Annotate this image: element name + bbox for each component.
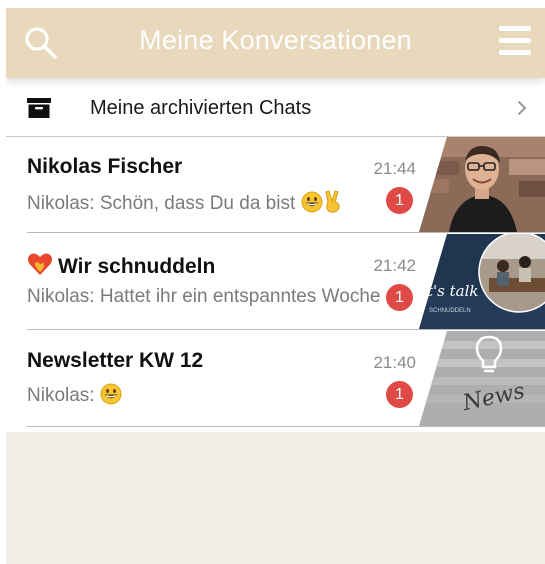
app-frame: Meine Konversationen Meine archivierten …	[6, 8, 545, 564]
conversation-time: 21:44	[373, 159, 416, 178]
conversation-name-container: Wir schnuddeln	[27, 252, 215, 279]
conversation-row-newsletter-kw-12[interactable]: Newsletter KW 12 21:40 Nikolas: 1 News	[6, 331, 545, 427]
conversation-preview: Nikolas: Schön, dass Du da bist	[27, 189, 389, 219]
preview-text: Nikolas: Schön, dass Du da bist	[27, 193, 296, 214]
conversation-preview: Nikolas: Hattet ihr ein entspanntes Woch…	[27, 286, 381, 307]
row-divider	[27, 232, 545, 233]
group-thumbnail: t's talk SCHNUDDELN	[419, 234, 545, 329]
avatar-thumbnail	[419, 137, 545, 232]
thumbnail-subcaption: SCHNUDDELN	[429, 308, 471, 314]
newsletter-thumbnail: News	[419, 331, 545, 426]
conversation-name: Nikolas Fischer	[27, 155, 183, 178]
conversation-preview: Nikolas:	[27, 383, 389, 411]
conversation-name: Wir schnuddeln	[58, 255, 216, 278]
chevron-right-icon	[517, 100, 527, 116]
page-title: Meine Konversationen	[139, 25, 412, 55]
row-divider	[27, 329, 545, 330]
archive-box-icon	[27, 98, 51, 118]
conversation-time: 21:40	[373, 353, 416, 372]
row-divider	[27, 426, 545, 427]
victory-hand-icon	[323, 189, 345, 219]
unread-badge: 1	[386, 381, 413, 408]
grinning-face-icon	[301, 191, 323, 219]
conversation-row-wir-schnuddeln[interactable]: Wir schnuddeln 21:42 Nikolas: Hattet ihr…	[6, 234, 545, 330]
preview-text: Nikolas:	[27, 385, 95, 406]
thumbnail-caption: t's talk	[427, 282, 478, 300]
app-header: Meine Konversationen	[6, 8, 545, 78]
archived-chats-label: Meine archivierten Chats	[90, 97, 312, 119]
archived-chats-row[interactable]: Meine archivierten Chats	[6, 78, 545, 137]
conversation-list: Meine archivierten Chats Nikolas Fischer…	[6, 78, 545, 432]
conversation-row-nikolas-fischer[interactable]: Nikolas Fischer 21:44 Nikolas: Schön, da…	[6, 137, 545, 233]
unread-badge: 1	[386, 284, 413, 311]
hamburger-menu-icon[interactable]	[499, 26, 531, 56]
conversation-name: Newsletter KW 12	[27, 349, 204, 372]
conversation-time: 21:42	[373, 256, 416, 275]
heart-on-fire-icon	[27, 252, 53, 276]
unread-badge: 1	[386, 187, 413, 214]
grinning-face-icon	[100, 383, 122, 411]
